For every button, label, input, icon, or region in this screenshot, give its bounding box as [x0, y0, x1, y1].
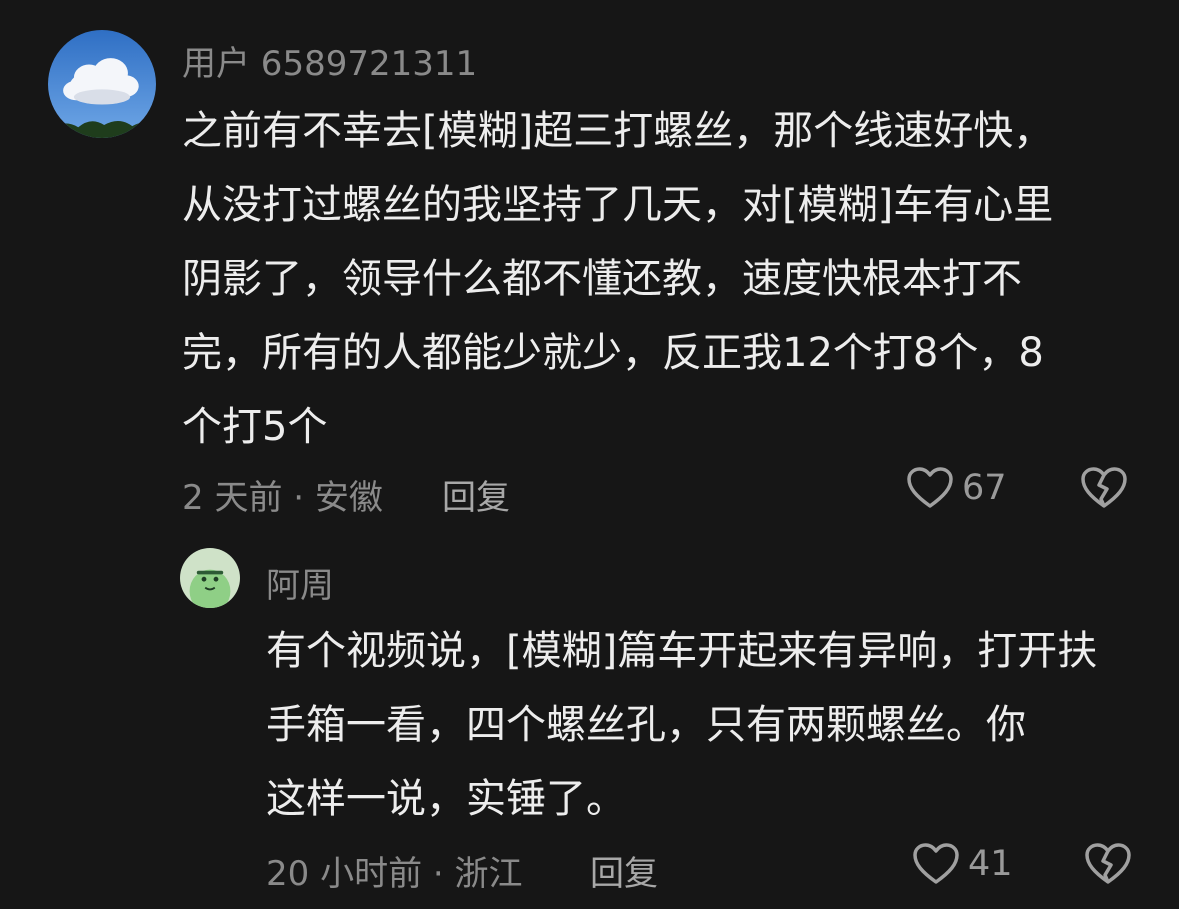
- like-button[interactable]: 41: [912, 842, 1013, 886]
- comment-line: 个打5个: [182, 404, 328, 450]
- comment-line: 之前有不幸去[模糊]超三打螺丝，那个线速好快，: [182, 108, 1054, 154]
- comment-meta: 20 小时前 · 浙江: [266, 854, 523, 894]
- username[interactable]: 用户 6589721311: [182, 36, 477, 85]
- broken-heart-icon: [1081, 467, 1127, 508]
- like-count: 67: [962, 468, 1007, 508]
- green-cartoon-avatar-icon: [180, 548, 240, 608]
- heart-outline-icon: [907, 467, 953, 508]
- comment-text: 之前有不幸去[模糊]超三打螺丝，那个线速好快， 从没打过螺丝的我坚持了几天，对[…: [182, 94, 1053, 464]
- dislike-button[interactable]: [1084, 842, 1132, 886]
- dislike-button[interactable]: [1080, 466, 1128, 510]
- broken-heart-icon: [1085, 843, 1131, 884]
- comment-text: 有个视频说，[模糊]篇车开起来有异响，打开扶 手箱一看，四个螺丝孔，只有两颗螺丝…: [266, 614, 1097, 836]
- comment-line: 这样一说，实锤了。: [266, 776, 626, 822]
- comment-line: 有个视频说，[模糊]篇车开起来有异响，打开扶: [266, 628, 1098, 674]
- user-avatar[interactable]: [48, 30, 156, 138]
- user-avatar[interactable]: [180, 548, 240, 608]
- comment-meta: 2 天前 · 安徽: [182, 478, 383, 518]
- like-count: 41: [968, 844, 1013, 884]
- comment-line: 手箱一看，四个螺丝孔，只有两颗螺丝。你: [266, 702, 1026, 748]
- comment-line: 完，所有的人都能少就少，反正我12个打8个，8: [182, 330, 1044, 376]
- reply-button[interactable]: 回复: [590, 846, 658, 895]
- reply-button[interactable]: 回复: [442, 470, 510, 519]
- comment-line: 从没打过螺丝的我坚持了几天，对[模糊]车有心里: [182, 182, 1054, 228]
- comment-line: 阴影了，领导什么都不懂还教，速度快根本打不: [182, 256, 1022, 302]
- username[interactable]: 阿周: [266, 558, 334, 607]
- cloud-sky-avatar-icon: [48, 30, 156, 138]
- like-button[interactable]: 67: [906, 466, 1007, 510]
- heart-outline-icon: [913, 843, 959, 884]
